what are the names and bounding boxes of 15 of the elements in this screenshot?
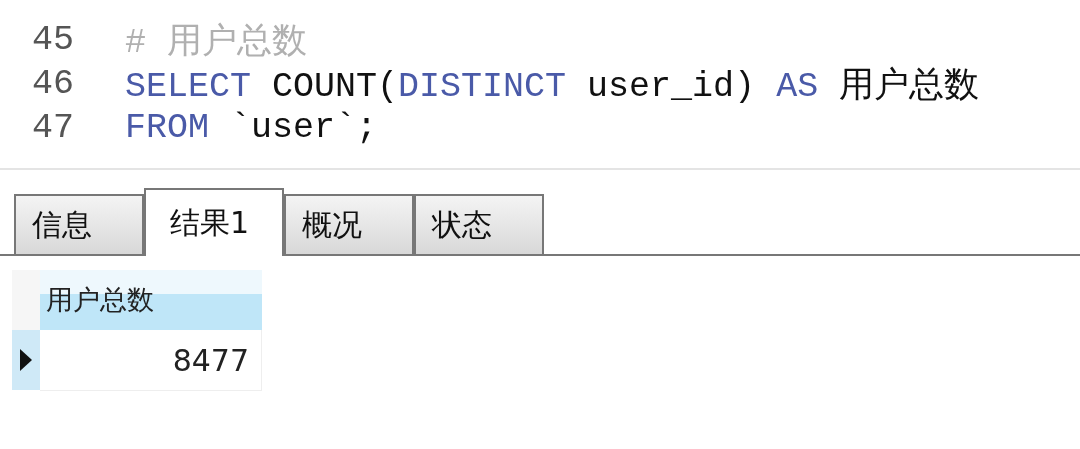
line-number: 47 <box>31 108 75 148</box>
row-indicator[interactable] <box>12 330 40 390</box>
tab[interactable]: 状态 <box>414 194 544 254</box>
column-header[interactable]: 用户总数 <box>40 270 262 330</box>
line-number: 46 <box>31 64 75 104</box>
row-pointer-icon <box>20 349 32 371</box>
tab[interactable]: 结果1 <box>144 188 284 256</box>
code-line: # 用户总数 <box>124 21 307 64</box>
header-corner <box>12 270 40 330</box>
table-cell: 8477 <box>40 330 262 391</box>
code-line: FROM `user`; <box>124 108 378 148</box>
code-line: SELECT COUNT(DISTINCT user_id) AS 用户总数 <box>124 65 980 108</box>
tab[interactable]: 概况 <box>284 194 414 254</box>
line-number: 45 <box>31 20 75 60</box>
tab[interactable]: 信息 <box>14 194 144 254</box>
